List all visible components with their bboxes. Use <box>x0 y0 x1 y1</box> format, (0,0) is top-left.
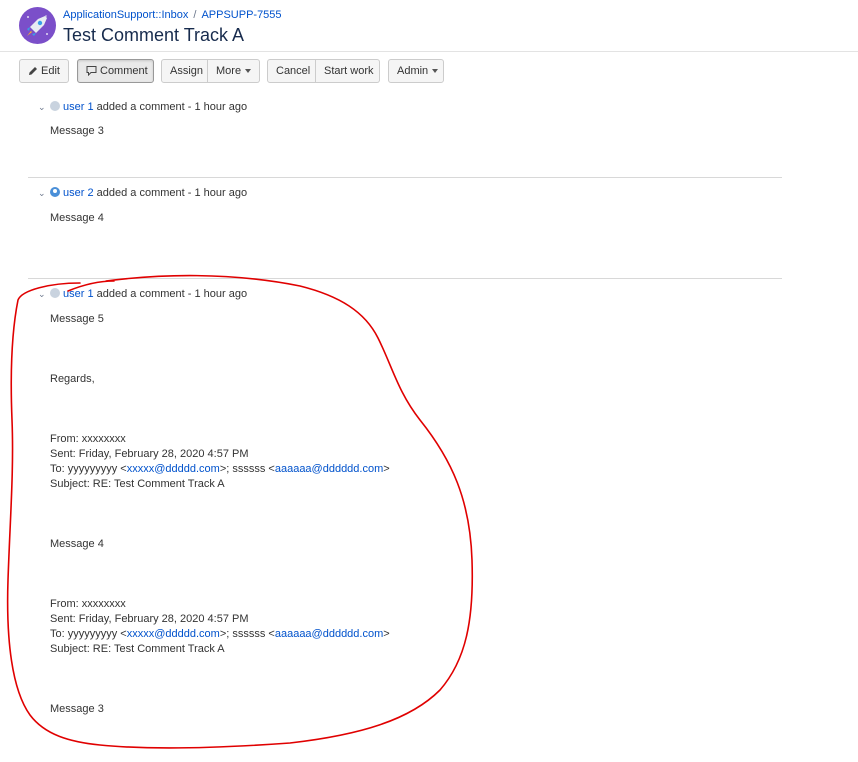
edit-button[interactable]: Edit <box>19 59 69 83</box>
comment-line: Regards, <box>50 373 95 385</box>
to-prefix: To: yyyyyyyyy < <box>50 463 127 475</box>
comment-button[interactable]: Comment <box>77 59 154 83</box>
comment-icon <box>86 66 97 76</box>
cancel-button[interactable]: Cancel <box>267 59 316 83</box>
comment-line: Message 4 <box>50 538 104 550</box>
user-avatar-icon <box>50 101 60 111</box>
cancel-label: Cancel <box>276 65 311 77</box>
email-link[interactable]: aaaaaa@dddddd.com <box>275 463 383 475</box>
comment-divider <box>28 278 782 279</box>
more-label: More <box>216 65 242 77</box>
comment-line: From: xxxxxxxx <box>50 433 126 445</box>
user-avatar-icon <box>50 288 60 298</box>
chevron-down-icon <box>432 69 439 74</box>
to-prefix: To: yyyyyyyyy < <box>50 628 127 640</box>
comment-label: Comment <box>100 65 148 77</box>
issue-title: Test Comment Track A <box>63 25 245 45</box>
comment-body: Message 4 <box>50 212 104 224</box>
to-middle: >; ssssss < <box>219 628 275 640</box>
comment-line: Subject: RE: Test Comment Track A <box>50 643 225 655</box>
pencil-icon <box>29 67 37 75</box>
comment-body: Message 3 <box>50 125 104 137</box>
email-link[interactable]: xxxxx@ddddd.com <box>127 463 220 475</box>
to-middle: >; ssssss < <box>219 463 275 475</box>
comment-header: ⌄ user 1 added a comment - 1 hour ago <box>38 101 247 113</box>
email-link[interactable]: aaaaaa@dddddd.com <box>275 628 383 640</box>
to-suffix: > <box>383 463 390 475</box>
assign-label: Assign <box>170 65 204 77</box>
collapse-chevron-icon[interactable]: ⌄ <box>38 289 50 300</box>
issue-header: ApplicationSupport::Inbox / APPSUPP-7555 T… <box>0 0 858 52</box>
user-avatar-icon <box>50 187 60 197</box>
comment-line: From: xxxxxxxx <box>50 598 126 610</box>
comment-meta: added a comment - 1 hour ago <box>96 187 248 199</box>
assign-button[interactable]: Assign <box>161 59 208 83</box>
to-suffix: > <box>383 628 390 640</box>
email-link[interactable]: xxxxx@ddddd.com <box>127 628 220 640</box>
start-work-button[interactable]: Start work <box>316 59 380 83</box>
comment-meta: added a comment - 1 hour ago <box>96 288 248 300</box>
comment-line-to: To: yyyyyyyyy <xxxxx@ddddd.com>; ssssss … <box>50 628 390 640</box>
breadcrumb: ApplicationSupport::Inbox / APPSUPP-7555 <box>63 9 282 21</box>
breadcrumb-project-link[interactable]: ApplicationSupport::Inbox <box>63 9 188 21</box>
start-work-label: Start work <box>324 65 374 77</box>
comment-author-link[interactable]: user 2 <box>63 187 94 199</box>
comment-line: Subject: RE: Test Comment Track A <box>50 478 225 490</box>
admin-dropdown-button[interactable]: Admin <box>388 59 444 83</box>
breadcrumb-issue-link[interactable]: APPSUPP-7555 <box>201 9 281 21</box>
more-dropdown-button[interactable]: More <box>208 59 260 83</box>
comment-line: Sent: Friday, February 28, 2020 4:57 PM <box>50 613 249 625</box>
red-annotation-stroke <box>6 274 474 749</box>
collapse-chevron-icon[interactable]: ⌄ <box>38 188 50 199</box>
breadcrumb-separator: / <box>193 9 197 21</box>
comment-header: ⌄ user 1 added a comment - 1 hour ago <box>38 288 247 300</box>
comment-divider <box>28 177 782 178</box>
comment-line: Message 3 <box>50 703 104 715</box>
comment-author-link[interactable]: user 1 <box>63 288 94 300</box>
chevron-down-icon <box>245 69 252 74</box>
comment-line: Sent: Friday, February 28, 2020 4:57 PM <box>50 448 249 460</box>
comment-author-link[interactable]: user 1 <box>63 101 94 113</box>
edit-label: Edit <box>41 65 60 77</box>
collapse-chevron-icon[interactable]: ⌄ <box>38 102 50 113</box>
comment-line: Message 5 <box>50 313 104 325</box>
comment-header: ⌄ user 2 added a comment - 1 hour ago <box>38 187 247 199</box>
admin-label: Admin <box>397 65 429 77</box>
project-avatar-rocket-icon[interactable] <box>19 7 56 44</box>
comment-meta: added a comment - 1 hour ago <box>96 101 248 113</box>
comment-line-to: To: yyyyyyyyy <xxxxx@ddddd.com>; ssssss … <box>50 463 390 475</box>
